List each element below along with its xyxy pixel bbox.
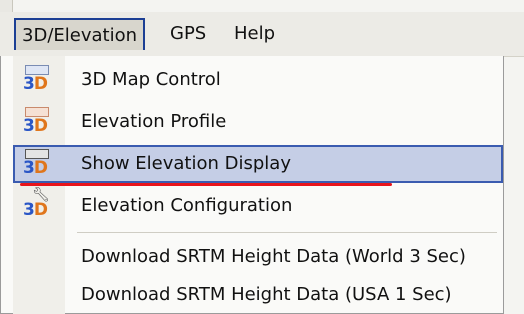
menu-item-label: Show Elevation Display bbox=[81, 153, 291, 174]
menu-item-elevation-profile[interactable]: 3D Elevation Profile bbox=[13, 103, 503, 141]
menu-item-label: Elevation Profile bbox=[81, 111, 227, 132]
menu-item-download-srtm-usa[interactable]: Download SRTM Height Data (USA 1 Sec) bbox=[13, 276, 503, 314]
menu-item-show-elevation-display[interactable]: 3D Show Elevation Display bbox=[13, 145, 503, 183]
menu-item-label: Elevation Configuration bbox=[81, 195, 293, 216]
menu-bar: 3D/Elevation GPS Help bbox=[0, 12, 524, 57]
menu-help[interactable]: Help bbox=[228, 18, 281, 50]
3d-map-control-icon: 3D bbox=[23, 65, 53, 95]
annotation-underline bbox=[20, 183, 392, 186]
application-window: 3 D 3D/Elevation GPS Help 3D 3D Map Cont… bbox=[0, 0, 524, 314]
elevation-profile-icon: 3D bbox=[23, 107, 53, 137]
menu-help-label: Help bbox=[234, 23, 276, 44]
wrench-icon: 🔧︎ bbox=[32, 187, 50, 203]
menu-item-label: Download SRTM Height Data (USA 1 Sec) bbox=[81, 284, 452, 305]
menu-item-download-srtm-world[interactable]: Download SRTM Height Data (World 3 Sec) bbox=[13, 238, 503, 276]
show-elevation-display-icon: 3D bbox=[23, 149, 53, 179]
menu-item-3d-map-control[interactable]: 3D 3D Map Control bbox=[13, 61, 503, 99]
menu-item-elevation-configuration[interactable]: 3D Elevation Configuration bbox=[13, 187, 503, 225]
menu-3d-elevation[interactable]: 3D/Elevation bbox=[14, 18, 145, 50]
menu-gps-label: GPS bbox=[170, 23, 207, 44]
menu-3d-elevation-label: 3D/Elevation bbox=[22, 25, 137, 46]
menu-item-label: 3D Map Control bbox=[81, 69, 221, 90]
menu-item-label: Download SRTM Height Data (World 3 Sec) bbox=[81, 246, 466, 267]
menu-gps[interactable]: GPS bbox=[164, 18, 212, 50]
menu-separator bbox=[77, 232, 497, 233]
